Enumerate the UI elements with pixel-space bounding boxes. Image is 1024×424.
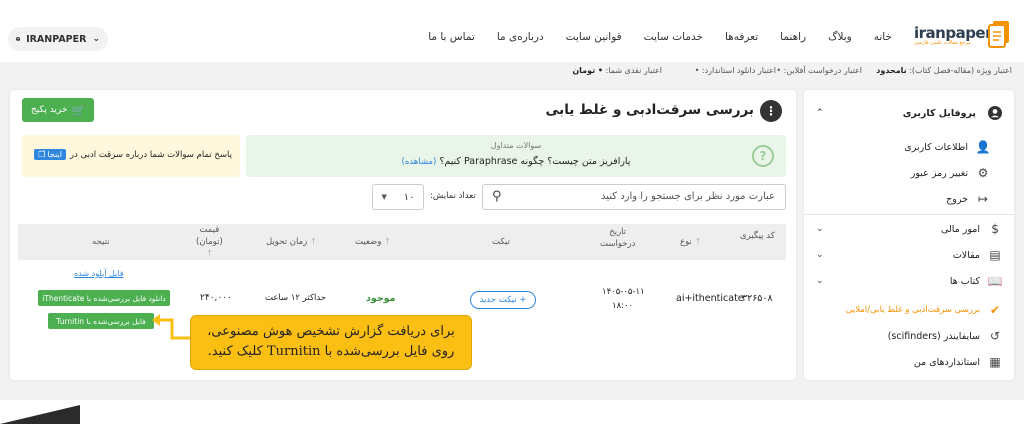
- sidebar-divider: [804, 214, 1014, 215]
- document-icon: ▦: [989, 355, 1001, 369]
- menu-blog[interactable]: وبلاگ: [828, 31, 852, 43]
- site-logo[interactable]: iranpaper مرجع مقالات علمی فارسی: [914, 16, 1012, 50]
- menu-home[interactable]: خانه: [874, 31, 892, 43]
- person-icon: 👤: [975, 140, 991, 154]
- sort-arrow-icon: ↑: [694, 237, 702, 247]
- chevron-up-icon: ⌃: [816, 108, 824, 118]
- buy-package-button[interactable]: 🛒 خرید پکیج: [22, 98, 94, 122]
- pointer-arrow-icon: [152, 314, 192, 340]
- user-circle-icon: [988, 106, 1002, 120]
- menu-about[interactable]: درباره‌ی ما: [497, 31, 544, 43]
- chevron-down-icon: ⌄: [816, 224, 824, 234]
- sidebar-item-scifinders[interactable]: ↺ سایفایندر (scifinders): [804, 323, 1014, 349]
- footer-decoration: [0, 405, 80, 424]
- sidebar-item-finance[interactable]: $ امور مالی ⌄: [804, 216, 1014, 242]
- sidebar-item-articles[interactable]: ▤ مقالات ⌄: [804, 242, 1014, 268]
- sidebar-item-standards[interactable]: ▦ استانداردهای من: [804, 349, 1014, 375]
- search-icon: ⚲: [492, 189, 502, 204]
- cash-credit: اعتبار نقدی شما: • تومان: [572, 66, 662, 75]
- article-icon: ▤: [989, 248, 1001, 262]
- th-ticket: تیکت: [492, 237, 510, 247]
- sort-arrow-icon: ↑: [205, 249, 213, 259]
- logout-icon: ↦: [977, 192, 989, 206]
- credit-bar: اعتبار ویژه (مقاله-فصل کتاب): نامحدود اع…: [0, 62, 1024, 80]
- cell-delivery: حداکثر ۱۲ ساعت: [265, 293, 327, 303]
- sidebar-item-logout[interactable]: ↦ خروج: [804, 186, 1014, 212]
- sidebar-item-change-password[interactable]: ⚙ تغییر رمز عبور: [804, 160, 1014, 186]
- faq-label: سوالات متداول: [490, 141, 542, 150]
- menu-contact[interactable]: تماس با ما: [428, 31, 475, 43]
- per-page-select[interactable]: ▼ ۱۰: [372, 184, 424, 210]
- cell-status: موجود: [366, 293, 396, 304]
- password-icon: ⚙: [977, 166, 989, 180]
- download-ithenticate-button[interactable]: دانلود فایل بررسی‌شده با iThenticate: [38, 290, 170, 306]
- sort-arrow-icon: ↑: [384, 237, 392, 247]
- sidebar-item-profile[interactable]: پروفایل کاربری ⌃: [804, 98, 1014, 128]
- cell-code: ۳۲۶۵۰۸: [742, 293, 773, 304]
- copy-icon: ❐: [38, 150, 46, 159]
- th-price[interactable]: قیمت (تومان) ↑: [196, 224, 223, 260]
- th-date[interactable]: تاریخ درخواست: [600, 226, 635, 250]
- more-vertical-icon[interactable]: ⋮: [760, 100, 782, 122]
- th-code[interactable]: کد پیگیری: [740, 230, 775, 242]
- faq-here-button[interactable]: اینجا ❐: [34, 149, 66, 160]
- th-status[interactable]: ↑ وضعیت: [355, 236, 391, 248]
- search-placeholder: عبارت مورد نظر برای جستجو را وارد کنید: [600, 191, 775, 202]
- standard-download-credit: اعتبار دانلود استاندارد: •: [694, 66, 776, 75]
- offline-request-credit: اعتبار درخواست آفلاین: •: [776, 66, 862, 75]
- per-page-value: ۱۰: [403, 191, 415, 203]
- cell-date: ۱۴۰۵-۰۵-۱۱: [602, 287, 645, 297]
- th-result: نتیجه: [92, 237, 110, 247]
- user-avatar-icon: [16, 36, 21, 42]
- plagiarism-check-icon: ✔: [989, 303, 1001, 317]
- book-icon: 📖: [987, 274, 1003, 288]
- sidebar-item-plagiarism[interactable]: ✔ بررسی سرقت‌ادبی و غلط یابی/املایی: [804, 297, 1014, 323]
- table-header: [18, 224, 786, 260]
- dollar-icon: $: [991, 222, 999, 236]
- cell-price: ۲۴۰,۰۰۰: [200, 293, 232, 303]
- search-field[interactable]: ⚲ عبارت مورد نظر برای جستجو را وارد کنید: [482, 184, 786, 210]
- menu-services[interactable]: خدمات سایت: [644, 31, 703, 43]
- special-credit: اعتبار ویژه (مقاله-فصل کتاب): نامحدود: [876, 66, 1012, 75]
- per-page-label: تعداد نمایش:: [430, 191, 476, 201]
- faq-banner: ? سوالات متداول پارافریز متن چیست؟ چگونه…: [246, 135, 786, 177]
- th-delivery[interactable]: ↑ زمان تحویل: [266, 236, 317, 248]
- user-name: IRANPAPER: [26, 33, 87, 45]
- instruction-tooltip: برای دریافت گزارش تشخیص هوش مصنوعی، روی …: [190, 315, 472, 370]
- th-type[interactable]: ↑ نوع: [680, 236, 702, 248]
- sort-arrow-icon: ↑: [309, 237, 318, 247]
- cell-type: ai+ithenticate: [676, 293, 744, 304]
- chevron-down-icon: ▼: [381, 193, 387, 201]
- footer: [0, 400, 1024, 424]
- chevron-down-icon: ⌄: [816, 250, 824, 260]
- menu-guide[interactable]: راهنما: [780, 31, 806, 43]
- new-ticket-button[interactable]: + تیکت جدید: [470, 291, 536, 309]
- faq-all-banner: پاسخ تمام سوالات شما درباره سرقت ادبی در…: [22, 135, 240, 177]
- page-title: بررسی سرقت‌ادبی و غلط یابی: [545, 102, 754, 118]
- sidebar-item-user-info[interactable]: 👤 اطلاعات کاربری: [804, 134, 1014, 160]
- menu-rules[interactable]: قوانین سایت: [566, 31, 622, 43]
- faq-view-link[interactable]: (مشاهده): [402, 157, 437, 167]
- uploaded-file-link[interactable]: فایل آپلود شده: [74, 269, 124, 278]
- cart-plus-icon: 🛒: [71, 103, 86, 117]
- scifinder-icon: ↺: [989, 329, 1001, 343]
- chevron-down-icon: ⌄: [92, 34, 100, 44]
- chevron-down-icon: ⌄: [816, 276, 824, 286]
- logo-icon: [988, 21, 1009, 48]
- user-menu-button[interactable]: IRANPAPER ⌄: [8, 27, 108, 51]
- faq-question[interactable]: پارافریز متن چیست؟ چگونه Paraphrase کنیم…: [246, 156, 786, 167]
- sidebar-item-books[interactable]: 📖 کتاب ها ⌄: [804, 268, 1014, 294]
- turnitin-file-button[interactable]: فایل بررسی‌شده با Turnitin: [48, 313, 154, 329]
- main-menu: خانه وبلاگ راهنما تعرفه‌ها خدمات سایت قو…: [428, 31, 892, 43]
- sidebar: پروفایل کاربری ⌃ 👤 اطلاعات کاربری ⚙ تغیی…: [804, 90, 1014, 380]
- menu-pricing[interactable]: تعرفه‌ها: [725, 31, 758, 43]
- cell-time: ۱۸:۰۰: [612, 301, 634, 311]
